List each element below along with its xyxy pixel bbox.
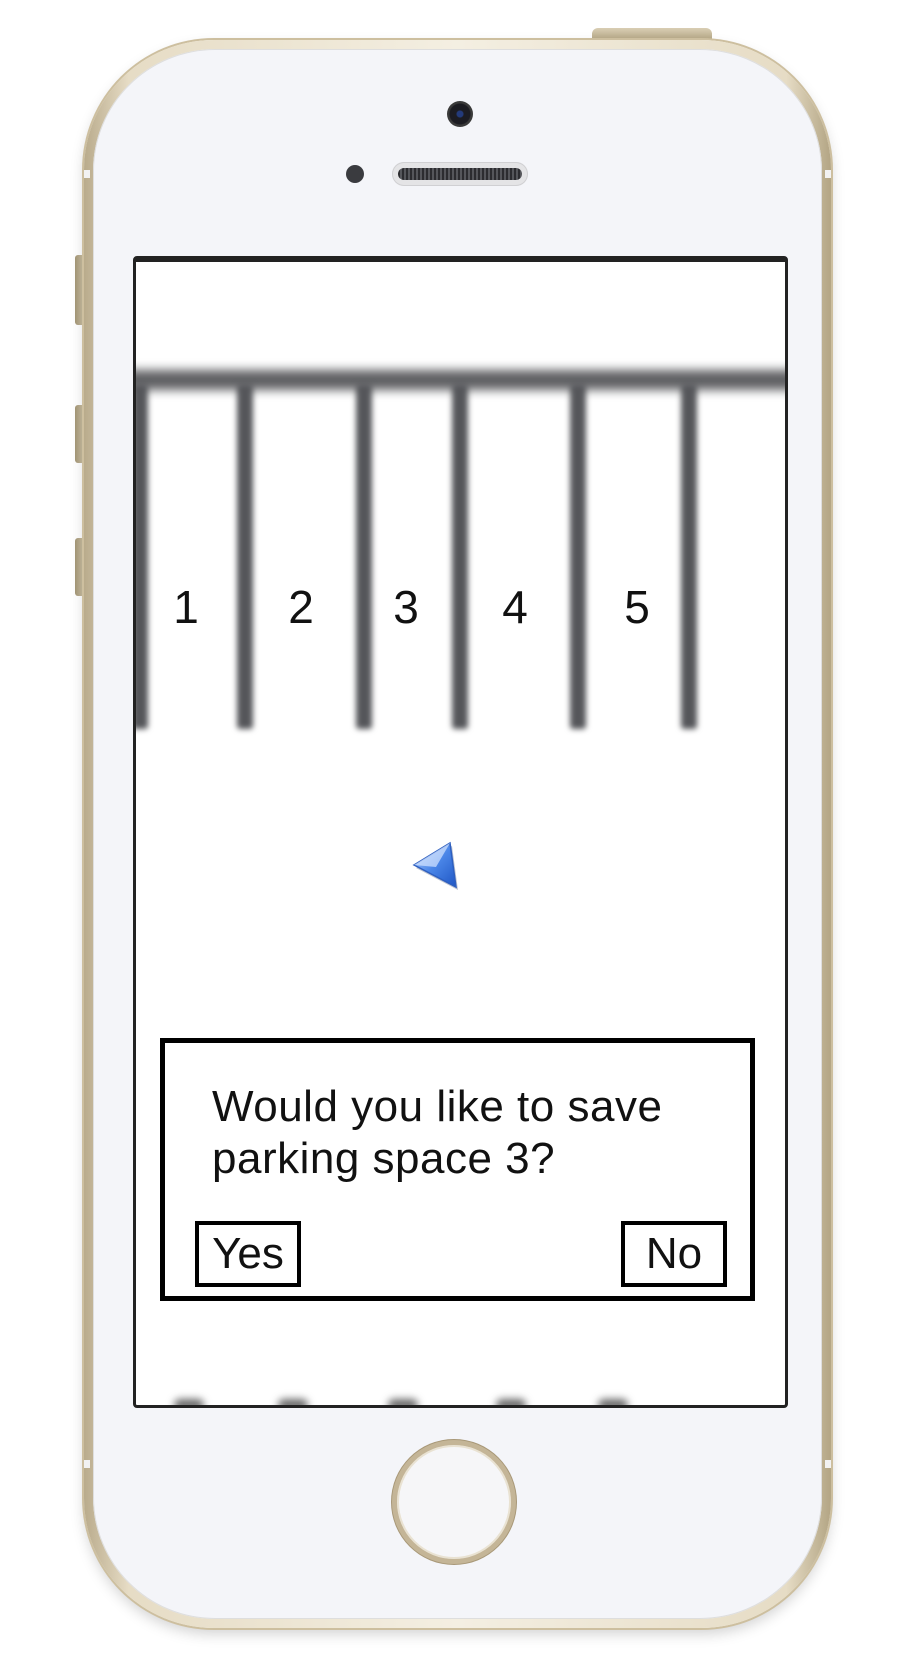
parking-space-5[interactable]: 5 bbox=[607, 580, 667, 634]
dialog-message: Would you like to save parking space 3? bbox=[212, 1081, 722, 1185]
parking-space-2[interactable]: 2 bbox=[271, 580, 331, 634]
next-row-marker bbox=[598, 1399, 628, 1405]
next-row-marker bbox=[278, 1399, 308, 1405]
front-camera-icon bbox=[447, 101, 473, 127]
parking-space-3[interactable]: 3 bbox=[376, 580, 436, 634]
parking-space-divider bbox=[452, 384, 468, 729]
next-row-marker bbox=[496, 1399, 526, 1405]
navigation-arrow-icon bbox=[412, 841, 458, 890]
parking-space-4[interactable]: 4 bbox=[485, 580, 545, 634]
parking-space-divider bbox=[136, 384, 148, 729]
save-parking-dialog: Would you like to save parking space 3? … bbox=[160, 1038, 755, 1301]
next-row-marker bbox=[174, 1399, 204, 1405]
proximity-sensor-icon bbox=[346, 165, 364, 183]
parking-space-1[interactable]: 1 bbox=[156, 580, 216, 634]
no-button[interactable]: No bbox=[621, 1221, 727, 1287]
next-row-marker bbox=[388, 1399, 418, 1405]
dialog-message-line: parking space 3? bbox=[212, 1134, 556, 1183]
antenna-band bbox=[825, 170, 831, 178]
dialog-message-line: Would you like to save bbox=[212, 1082, 663, 1131]
parking-space-divider bbox=[356, 384, 372, 729]
home-button[interactable] bbox=[392, 1440, 516, 1564]
parking-space-divider bbox=[237, 384, 253, 729]
antenna-band bbox=[84, 1460, 90, 1468]
parking-space-divider bbox=[681, 384, 697, 729]
earpiece-speaker-icon bbox=[392, 162, 528, 186]
power-button[interactable] bbox=[592, 28, 712, 40]
parking-space-divider bbox=[570, 384, 586, 729]
antenna-band bbox=[825, 1460, 831, 1468]
yes-button[interactable]: Yes bbox=[195, 1221, 301, 1287]
antenna-band bbox=[84, 170, 90, 178]
app-screen: 1 2 3 4 5 Would you like to save parking… bbox=[133, 256, 788, 1408]
